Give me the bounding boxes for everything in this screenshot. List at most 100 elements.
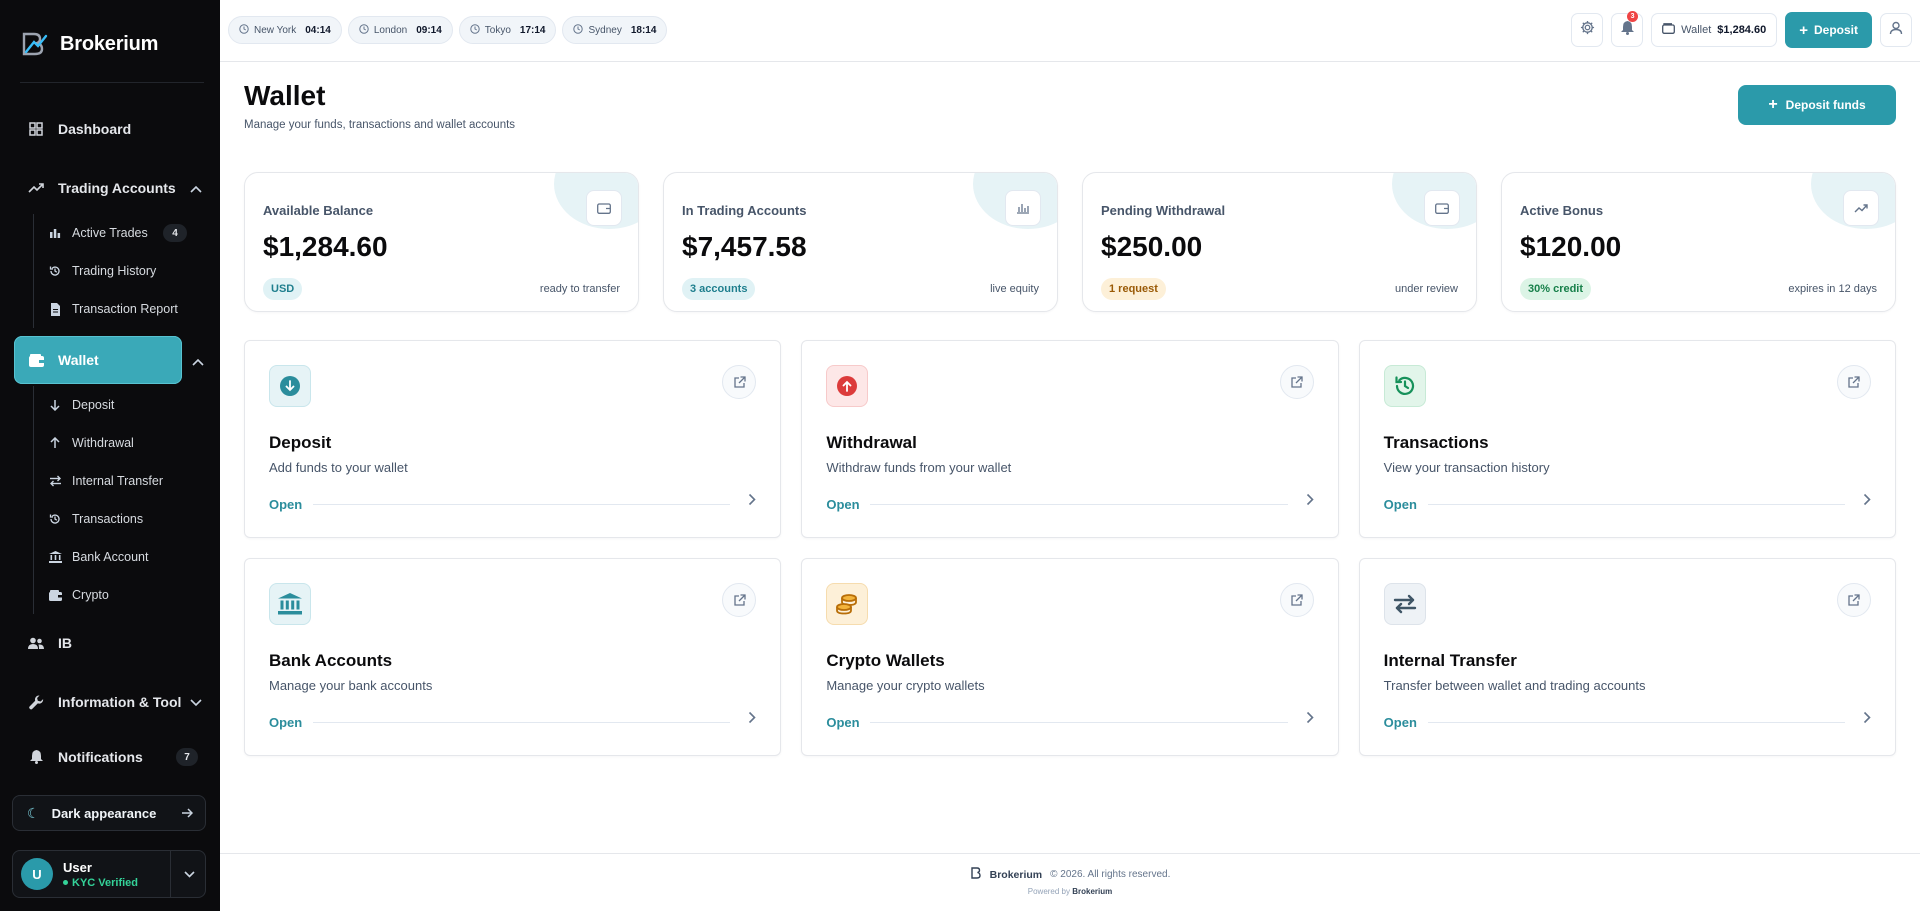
clock-icon (470, 23, 480, 37)
sidebar-item-label: Trading Accounts (58, 180, 176, 196)
sidebar-item-bank-account[interactable]: Bank Account (34, 538, 183, 576)
sidebar-item-crypto[interactable]: Crypto (34, 576, 183, 614)
divider (1427, 504, 1845, 505)
external-link-icon[interactable] (1836, 583, 1871, 617)
divider (870, 722, 1288, 723)
clock-time: 18:14 (630, 24, 657, 36)
open-link[interactable]: Open (826, 715, 859, 730)
external-link-icon[interactable] (1836, 365, 1871, 399)
sidebar-item-internal-transfer[interactable]: Internal Transfer (34, 462, 183, 500)
brokerium-logo-icon (22, 32, 48, 56)
profile-button[interactable] (1880, 13, 1912, 47)
stats-row: Available Balance $1,284.60 USD ready to… (244, 172, 1896, 312)
sidebar-item-withdrawal[interactable]: Withdrawal (34, 424, 183, 462)
open-link[interactable]: Open (1384, 497, 1417, 512)
sidebar-item-transactions[interactable]: Transactions (34, 500, 183, 538)
sidebar-item-dashboard[interactable]: Dashboard (14, 107, 206, 151)
powered-by-prefix: Powered by (1027, 887, 1070, 896)
stat-label: Active Bonus (1520, 203, 1604, 218)
card-internal-transfer[interactable]: Internal Transfer Transfer between walle… (1358, 558, 1896, 756)
external-link-icon[interactable] (1279, 365, 1314, 399)
sidebar-item-active-trades[interactable]: Active Trades 4 (34, 214, 187, 252)
card-withdrawal[interactable]: Withdrawal Withdraw funds from your wall… (801, 340, 1339, 538)
card-transactions[interactable]: Transactions View your transaction histo… (1358, 340, 1896, 538)
bell-icon (28, 749, 44, 765)
stat-value: $7,457.58 (682, 231, 807, 262)
card-description: View your transaction history (1383, 460, 1550, 475)
settings-button[interactable] (1571, 13, 1604, 47)
chevron-right-icon (1863, 711, 1871, 729)
bar-chart-icon (48, 226, 62, 240)
deposit-icon (269, 365, 311, 407)
notifications-button[interactable]: 3 (1611, 11, 1644, 47)
external-link-icon[interactable] (1279, 583, 1314, 617)
divider (170, 851, 171, 897)
deposit-button-label: Deposit (1813, 23, 1858, 37)
sidebar-item-transaction-report[interactable]: Transaction Report (34, 290, 183, 328)
plus-icon: + (1799, 21, 1808, 39)
wallet-icon (586, 190, 622, 226)
external-link-icon[interactable] (722, 583, 757, 617)
wallet-icon (1662, 23, 1676, 37)
sidebar-item-wallet[interactable]: Wallet (14, 336, 182, 384)
chevron-down-icon[interactable] (184, 865, 195, 883)
clock-london: London 09:14 (347, 16, 453, 44)
arrow-down-icon (48, 398, 62, 412)
wallet-icon (1424, 190, 1460, 226)
powered-by-brand[interactable]: Brokerium (1072, 887, 1112, 896)
stat-value: $250.00 (1101, 231, 1203, 262)
sidebar-item-information-tools[interactable]: Information & Tool (14, 680, 206, 724)
open-link[interactable]: Open (269, 497, 302, 512)
chevron-up-icon[interactable] (190, 180, 202, 196)
external-link-icon[interactable] (722, 365, 757, 399)
wallet-icon (28, 352, 44, 368)
deposit-funds-button[interactable]: + Deposit funds (1738, 85, 1896, 125)
wallet-balance-button[interactable]: Wallet $1,284.60 (1651, 13, 1778, 47)
footer-brand[interactable]: Brokerium (990, 869, 1043, 881)
divider (313, 504, 731, 505)
notifications-count-badge: 7 (176, 748, 198, 766)
kyc-status-label: KYC Verified (72, 876, 139, 889)
stat-card-active-bonus: Active Bonus $120.00 30% credit expires … (1501, 172, 1896, 312)
stat-badge: 30% credit (1520, 278, 1592, 300)
wallet-amount: $1,284.60 (1717, 24, 1767, 36)
arrow-up-icon (48, 436, 62, 450)
divider (20, 82, 204, 83)
active-trades-count-badge: 4 (163, 224, 187, 242)
chevron-down-icon[interactable] (190, 694, 202, 710)
sidebar-item-ib[interactable]: IB (14, 621, 206, 665)
grid-icon (28, 121, 44, 137)
card-title: Deposit (269, 433, 332, 452)
sidebar-item-deposit[interactable]: Deposit (34, 386, 183, 424)
footer-line: Brokerium © 2026. All rights reserved. (220, 867, 1920, 882)
card-title: Transactions (1383, 433, 1489, 452)
sidebar-item-label: Transaction Report (72, 302, 178, 316)
moon-icon: ☾ (27, 804, 40, 821)
card-deposit[interactable]: Deposit Add funds to your wallet Open (244, 340, 782, 538)
card-crypto-wallets[interactable]: Crypto Wallets Manage your crypto wallet… (801, 558, 1339, 756)
divider (1427, 722, 1845, 723)
card-bank-accounts[interactable]: Bank Accounts Manage your bank accounts … (244, 558, 782, 756)
open-link[interactable]: Open (269, 715, 302, 730)
transfer-icon (48, 474, 62, 488)
open-link[interactable]: Open (826, 497, 859, 512)
clock-icon (359, 23, 369, 37)
chevron-right-icon (748, 493, 756, 511)
withdrawal-icon (826, 365, 869, 407)
chevron-up-icon[interactable] (192, 353, 204, 371)
dark-appearance-toggle[interactable]: ☾ Dark appearance (12, 795, 206, 831)
plus-icon: + (1768, 96, 1778, 113)
sidebar-item-trading-accounts[interactable]: Trading Accounts (14, 166, 206, 210)
history-icon (1383, 365, 1426, 407)
sidebar-item-trading-history[interactable]: Trading History (34, 252, 183, 290)
document-icon (48, 302, 62, 316)
brand[interactable]: Brokerium (20, 30, 158, 58)
trend-up-icon (1843, 190, 1879, 226)
wallet-label: Wallet (1681, 24, 1712, 36)
clock-city: New York (254, 24, 297, 36)
sidebar-item-notifications[interactable]: Notifications 7 (14, 735, 206, 779)
open-link[interactable]: Open (1384, 715, 1417, 730)
user-menu[interactable]: U User KYC Verified (12, 850, 206, 898)
stat-label: In Trading Accounts (682, 203, 807, 218)
deposit-button[interactable]: + Deposit (1785, 12, 1872, 48)
